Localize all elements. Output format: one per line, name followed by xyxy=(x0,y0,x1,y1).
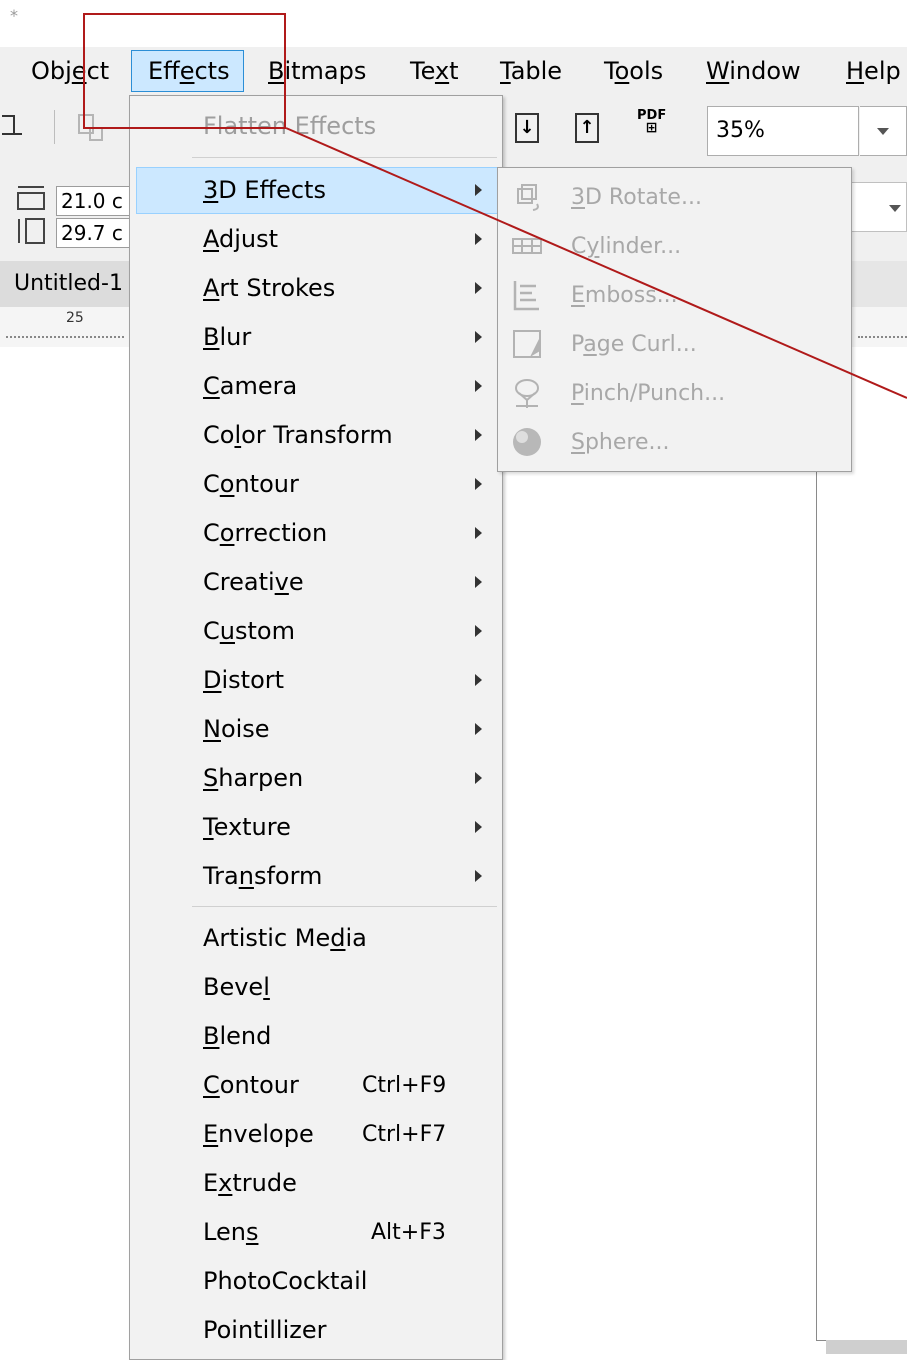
menu-item-camera[interactable]: Camera xyxy=(203,362,297,411)
cylinder-icon xyxy=(512,238,542,254)
menu-item-pointillizer[interactable]: Pointillizer xyxy=(203,1306,327,1355)
menu-item-custom[interactable]: Custom xyxy=(203,607,295,656)
menu-item-art-strokes[interactable]: Art Strokes xyxy=(203,264,335,313)
menu-item-extrude[interactable]: Extrude xyxy=(203,1159,297,1208)
snap-icon[interactable] xyxy=(0,112,28,144)
ruler-ticks xyxy=(6,332,124,338)
submenu-arrow-icon xyxy=(475,233,482,245)
menu-item-color-transform[interactable]: Color Transform xyxy=(203,411,393,460)
menu-window[interactable]: Window xyxy=(706,47,801,95)
submenu-arrow-icon xyxy=(475,674,482,686)
page-width-field[interactable]: 21.0 c xyxy=(56,186,131,216)
menu-item-noise[interactable]: Noise xyxy=(203,705,270,754)
zoom-dropdown-button[interactable] xyxy=(860,106,907,156)
toolbar-separator xyxy=(54,110,55,144)
import-icon[interactable]: ↓ xyxy=(515,113,539,143)
menu-item-distort[interactable]: Distort xyxy=(203,656,284,705)
menu-item-correction[interactable]: Correction xyxy=(203,509,327,558)
submenu-arrow-icon xyxy=(475,870,482,882)
menu-item-transform[interactable]: Transform xyxy=(203,852,322,901)
shortcut-lens: Alt+F3 xyxy=(371,1220,446,1245)
page-dimensions-icon xyxy=(17,186,45,244)
shortcut-envelope: Ctrl+F7 xyxy=(362,1122,447,1147)
menu-item-photococktail[interactable]: PhotoCocktail xyxy=(203,1257,367,1306)
zoom-level-input[interactable]: 35% xyxy=(707,106,859,156)
annotation-rectangle xyxy=(83,13,286,129)
menu-icon-gutter xyxy=(130,96,188,1358)
menu-item-lens[interactable]: Lens xyxy=(203,1208,258,1257)
submenu-arrow-icon xyxy=(475,282,482,294)
emboss-icon xyxy=(513,281,539,311)
export-icon[interactable]: ↑ xyxy=(575,113,599,143)
submenu-arrow-icon xyxy=(475,772,482,784)
menu-separator xyxy=(192,157,497,158)
menu-item-contour-sub[interactable]: Contour xyxy=(203,460,299,509)
ruler-ticks xyxy=(858,332,907,338)
submenu-item-cylinder[interactable]: Cylinder... xyxy=(571,222,681,271)
menu-separator xyxy=(192,906,497,907)
submenu-arrow-icon xyxy=(475,380,482,392)
submenu-item-sphere[interactable]: Sphere... xyxy=(571,418,670,467)
3d-rotate-icon xyxy=(517,184,539,211)
document-tab[interactable]: Untitled-1 xyxy=(0,261,140,307)
menu-text[interactable]: Text xyxy=(410,47,459,95)
page-curl-icon xyxy=(513,330,541,358)
menu-table[interactable]: Table xyxy=(500,47,562,95)
document-page[interactable] xyxy=(816,440,907,1341)
menu-item-bevel[interactable]: Bevel xyxy=(203,963,270,1012)
submenu-arrow-icon xyxy=(475,478,482,490)
publish-pdf-icon[interactable]: PDF ⊞ xyxy=(637,109,666,135)
submenu-arrow-icon xyxy=(475,184,482,196)
submenu-item-emboss[interactable]: Emboss... xyxy=(571,271,678,320)
submenu-arrow-icon xyxy=(475,429,482,441)
sphere-icon xyxy=(513,428,541,456)
page-height-field[interactable]: 29.7 c xyxy=(56,218,131,248)
shortcut-contour: Ctrl+F9 xyxy=(362,1073,447,1098)
page-shadow xyxy=(826,1340,907,1354)
menu-tools[interactable]: Tools xyxy=(604,47,663,95)
submenu-item-3d-rotate[interactable]: 3D Rotate... xyxy=(571,173,702,222)
menu-item-creative[interactable]: Creative xyxy=(203,558,304,607)
menu-item-blend[interactable]: Blend xyxy=(203,1012,271,1061)
menu-item-sharpen[interactable]: Sharpen xyxy=(203,754,303,803)
submenu-arrow-icon xyxy=(475,527,482,539)
menu-help[interactable]: Help xyxy=(846,47,901,95)
menu-item-adjust[interactable]: Adjust xyxy=(203,215,278,264)
pinch-punch-icon xyxy=(515,379,539,408)
submenu-arrow-icon xyxy=(475,821,482,833)
submenu-arrow-icon xyxy=(475,723,482,735)
menu-item-3d-effects[interactable]: 3D Effects xyxy=(203,166,326,215)
menu-item-contour[interactable]: Contour xyxy=(203,1061,299,1110)
menu-item-artistic-media[interactable]: Artistic Media xyxy=(203,914,367,963)
submenu-item-pinch-punch[interactable]: Pinch/Punch... xyxy=(571,369,725,418)
property-dropdown[interactable] xyxy=(850,182,907,232)
submenu-item-page-curl[interactable]: Page Curl... xyxy=(571,320,697,369)
submenu-arrow-icon xyxy=(475,576,482,588)
ruler-label: 25 xyxy=(66,310,84,326)
menu-item-texture[interactable]: Texture xyxy=(203,803,291,852)
menu-item-envelope[interactable]: Envelope xyxy=(203,1110,314,1159)
submenu-arrow-icon xyxy=(475,625,482,637)
menu-item-blur[interactable]: Blur xyxy=(203,313,251,362)
submenu-arrow-icon xyxy=(475,331,482,343)
title-modified-marker: * xyxy=(10,6,18,25)
